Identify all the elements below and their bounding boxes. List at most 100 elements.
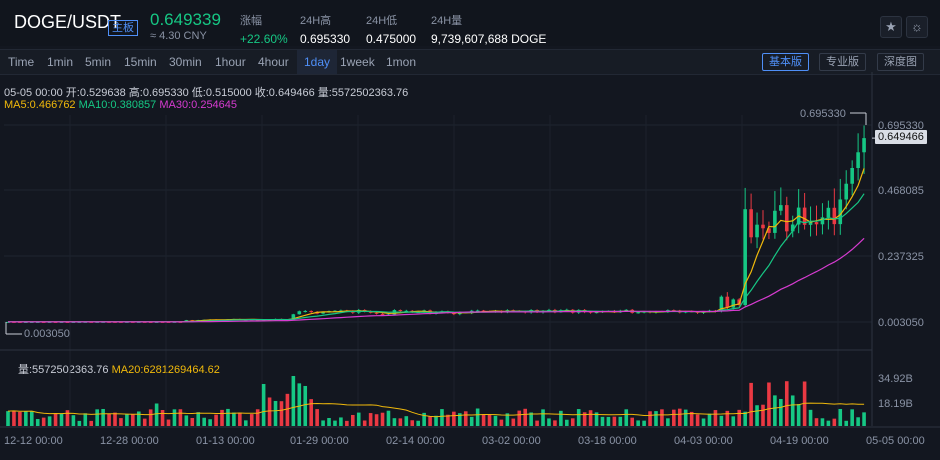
volume-bar [356,412,361,426]
volume-bar [398,418,403,426]
volume-bar [654,411,658,426]
volume-bar [368,413,373,426]
volume-bar [624,409,629,426]
volume-bar [142,418,147,426]
volume-bar [559,410,563,426]
volume-bar [220,409,224,426]
volume-bar [790,395,795,426]
volume-bar [29,410,34,426]
volume-bar [719,415,724,426]
volume-bar [517,410,522,426]
volume-bar [362,420,367,426]
volume-bar [297,383,302,426]
volume-bar [648,411,652,426]
volume-bar [493,415,498,426]
volume-bar [315,409,319,426]
volume-bar [475,408,480,426]
time-axis-label-3: 01-29 00:00 [290,435,349,447]
ma5-line [8,168,865,323]
volume-bar [779,398,783,426]
volume-bar [428,416,432,426]
volume-bar [838,408,843,426]
volume-bar [71,415,76,426]
candle-body [784,205,789,232]
volume-bar [416,420,420,426]
volume-bar [541,409,545,426]
volume-bar [535,420,539,426]
volume-bar [178,409,183,426]
volume-bar [83,413,88,426]
candle-body [773,210,777,233]
volume-bar [351,414,355,426]
volume-bar [386,410,391,426]
time-axis-label-6: 03-18 00:00 [578,435,637,447]
candle-body [380,313,385,315]
volume-bar [267,397,272,426]
ma30-line [8,237,865,323]
volume-bar [618,416,623,426]
candle-body [761,224,765,229]
volume-bar [767,382,771,426]
volume-bar [89,420,94,426]
volume-bar [820,418,825,426]
time-axis-label-1: 12-28 00:00 [100,435,159,447]
candle-body [826,207,831,218]
volume-bar [606,416,611,426]
candle-body [755,224,759,238]
volume-bar [463,411,468,426]
volume-bar [576,409,581,426]
volume-bar [826,420,831,426]
volume-bar [630,417,635,426]
min-marker-label: 0.003050 [24,328,70,340]
volume-bar [131,413,135,426]
time-axis-label-5: 03-02 00:00 [482,435,541,447]
max-marker-label: 0.695330 [800,108,846,120]
volume-bar [65,410,70,426]
volume-bar [737,409,742,426]
volume-bar [844,420,849,426]
volume-bar [321,420,325,426]
time-axis-label-8: 04-19 00:00 [770,435,829,447]
volume-bar [612,416,617,426]
volume-bar [107,413,111,426]
volume-bar [856,417,860,426]
candle-body [374,312,379,314]
volume-bar [731,416,736,426]
volume-bar [53,413,58,426]
candle-body [725,296,730,308]
volume-axis-label-1: 18.19B [878,398,913,410]
time-axis-label-0: 12-12 00:00 [4,435,63,447]
volume-bar [570,418,575,426]
volume-bar [796,404,801,426]
volume-bar [95,409,99,426]
volume-bar [35,419,40,426]
candle-body [814,222,819,225]
volume-bar [243,420,248,426]
volume-bar [749,382,753,426]
candle-body [398,310,403,312]
volume-bar [18,411,22,426]
volume-bar [850,409,854,426]
candlestick-chart[interactable]: 0.695330 0.468085 0.237325 0.003050 34.92B 18… [0,0,940,460]
volume-bar [404,416,409,426]
volume-bar [374,414,379,426]
candle-body [749,209,753,238]
volume-bar [12,410,16,426]
volume-bar [285,393,290,426]
candle-body [832,207,837,225]
candle-body [636,312,640,314]
volume-bar [119,418,123,426]
price-axis-label-2: 0.237325 [878,251,924,263]
volume-bar [24,411,28,426]
volume-bar [261,383,266,426]
volume-bar [481,414,486,426]
volume-bar [196,412,201,426]
volume-bar [232,412,236,426]
volume-bar [59,413,64,426]
candle-body [743,209,747,305]
ma10-line [8,193,865,323]
volume-bar [208,419,212,426]
volume-bar [487,414,492,426]
volume-bar [392,418,397,426]
candle-body [844,183,849,200]
